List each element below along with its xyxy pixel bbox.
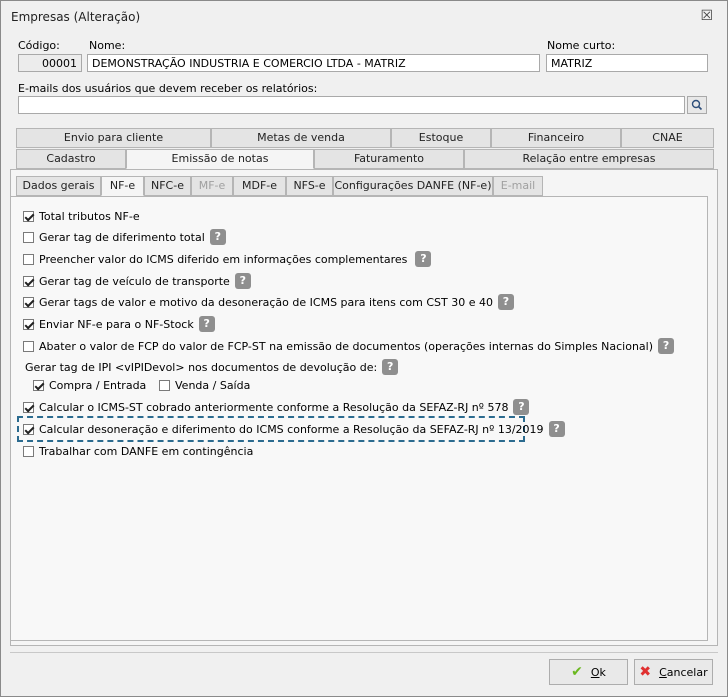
tab-financeiro[interactable]: Financeiro	[491, 128, 621, 148]
opt-desoneracao-cst[interactable]: Gerar tags de valor e motivo da desonera…	[23, 294, 514, 310]
tab-emissao-notas[interactable]: Emissão de notas	[126, 149, 314, 169]
window-title: Empresas (Alteração)	[11, 10, 141, 24]
help-icon[interactable]: ?	[415, 251, 432, 267]
subtab-config-danfe[interactable]: Configurações DANFE (NF-e)	[333, 176, 493, 196]
title-bar: Empresas (Alteração) ☒	[1, 1, 727, 31]
checkbox[interactable]	[23, 231, 34, 243]
tab-cadastro[interactable]: Cadastro	[16, 149, 126, 169]
opt-veiculo-transporte[interactable]: Gerar tag de veículo de transporte?	[23, 273, 251, 289]
nome-field[interactable]: DEMONSTRAÇÃO INDUSTRIA E COMERCIO LTDA -…	[87, 54, 540, 72]
opt-label: Enviar NF-e para o NF-Stock	[39, 317, 194, 331]
help-icon[interactable]: ?	[198, 316, 215, 332]
opt-nf-stock[interactable]: Enviar NF-e para o NF-Stock?	[23, 316, 215, 332]
tab-faturamento[interactable]: Faturamento	[314, 149, 464, 169]
emails-field[interactable]	[18, 96, 685, 114]
opt-desoneracao-13-2019[interactable]: Calcular desoneração e diferimento do IC…	[23, 421, 565, 437]
checkbox[interactable]	[23, 423, 34, 435]
opt-ipi-venda[interactable]: Venda / Saída	[159, 377, 250, 393]
help-icon[interactable]: ?	[548, 421, 565, 437]
help-icon[interactable]: ?	[382, 359, 399, 375]
close-icon: ✖	[639, 664, 652, 680]
cancel-label: Cancelar	[659, 665, 708, 679]
opt-ipi-compra[interactable]: Compra / Entrada	[33, 377, 146, 393]
opt-diferimento-total[interactable]: Gerar tag de diferimento total?	[23, 229, 226, 245]
checkbox[interactable]	[159, 379, 170, 391]
opt-label: Total tributos NF-e	[39, 209, 140, 223]
subtab-dados-gerais[interactable]: Dados gerais	[16, 176, 101, 196]
nome-curto-label: Nome curto:	[547, 39, 616, 52]
subtab-nfce[interactable]: NFC-e	[144, 176, 191, 196]
tab-estoque[interactable]: Estoque	[391, 128, 491, 148]
opt-label: Trabalhar com DANFE em contingência	[39, 444, 254, 458]
ipi-label-row: Gerar tag de IPI <vIPIDevol> nos documen…	[25, 359, 399, 375]
checkbox[interactable]	[23, 318, 34, 330]
help-icon[interactable]: ?	[209, 229, 226, 245]
subtab-nfse[interactable]: NFS-e	[286, 176, 333, 196]
opt-label: Gerar tag de diferimento total	[39, 230, 205, 244]
cancel-button[interactable]: ✖ Cancelar	[634, 659, 713, 685]
tab-relacao-empresas[interactable]: Relação entre empresas	[464, 149, 714, 169]
close-icon[interactable]: ☒	[700, 8, 713, 24]
checkbox[interactable]	[33, 379, 44, 391]
opt-label: Calcular o ICMS-ST cobrado anteriormente…	[39, 400, 509, 414]
opt-label: Gerar tag de veículo de transporte	[39, 274, 230, 288]
checkbox[interactable]	[23, 445, 34, 457]
checkbox[interactable]	[23, 253, 34, 265]
opt-label: Gerar tags de valor e motivo da desonera…	[39, 295, 493, 309]
tab-envio-cliente[interactable]: Envio para cliente	[16, 128, 211, 148]
ipi-label: Gerar tag de IPI <vIPIDevol> nos documen…	[25, 360, 378, 374]
checkbox[interactable]	[23, 340, 34, 352]
ok-label: Ok	[590, 665, 606, 679]
subtab-mdfe[interactable]: MDF-e	[233, 176, 286, 196]
subtab-email: E-mail	[493, 176, 543, 196]
opt-label: Preencher valor do ICMS diferido em info…	[39, 252, 408, 266]
tab-metas-venda[interactable]: Metas de venda	[211, 128, 391, 148]
nome-label: Nome:	[89, 39, 126, 52]
checkbox[interactable]	[23, 210, 34, 222]
opt-icms-st-578[interactable]: Calcular o ICMS-ST cobrado anteriormente…	[23, 399, 530, 415]
tab-row-1: Envio para cliente Metas de venda Estoqu…	[16, 128, 714, 148]
help-icon[interactable]: ?	[498, 294, 514, 310]
opt-label: Compra / Entrada	[49, 378, 147, 392]
help-icon[interactable]: ?	[658, 338, 675, 354]
check-icon: ✔	[571, 664, 583, 680]
opt-danfe-contingencia[interactable]: Trabalhar com DANFE em contingência	[23, 443, 253, 459]
ok-button[interactable]: ✔ Ok	[549, 659, 628, 685]
codigo-label: Código:	[18, 39, 60, 52]
opt-label: Venda / Saída	[175, 378, 251, 392]
checkbox[interactable]	[23, 401, 34, 413]
tab-row-2: Cadastro Emissão de notas Faturamento Re…	[16, 149, 714, 169]
nome-curto-field[interactable]: MATRIZ	[546, 54, 708, 72]
footer-separator	[10, 652, 718, 653]
subtab-row: Dados gerais NF-e NFC-e MF-e MDF-e NFS-e…	[16, 176, 576, 196]
tab-cnae[interactable]: CNAE	[621, 128, 714, 148]
codigo-field[interactable]: 00001	[18, 54, 82, 72]
opt-label: Abater o valor de FCP do valor de FCP-ST…	[39, 339, 654, 353]
subtab-mfe: MF-e	[191, 176, 233, 196]
search-icon	[691, 99, 703, 111]
checkbox[interactable]	[23, 275, 34, 287]
opt-icms-diferido[interactable]: Preencher valor do ICMS diferido em info…	[23, 251, 432, 267]
opt-total-tributos[interactable]: Total tributos NF-e	[23, 208, 140, 224]
emails-label: E-mails dos usuários que devem receber o…	[18, 82, 318, 95]
help-icon[interactable]: ?	[513, 399, 530, 415]
checkbox[interactable]	[23, 296, 34, 308]
opt-abater-fcp[interactable]: Abater o valor de FCP do valor de FCP-ST…	[23, 338, 675, 354]
dialog-window: Empresas (Alteração) ☒ Código: 00001 Nom…	[0, 0, 728, 697]
search-button[interactable]	[687, 96, 707, 114]
opt-label: Calcular desoneração e diferimento do IC…	[39, 422, 544, 436]
subtab-nfe[interactable]: NF-e	[101, 176, 144, 196]
help-icon[interactable]: ?	[234, 273, 251, 289]
